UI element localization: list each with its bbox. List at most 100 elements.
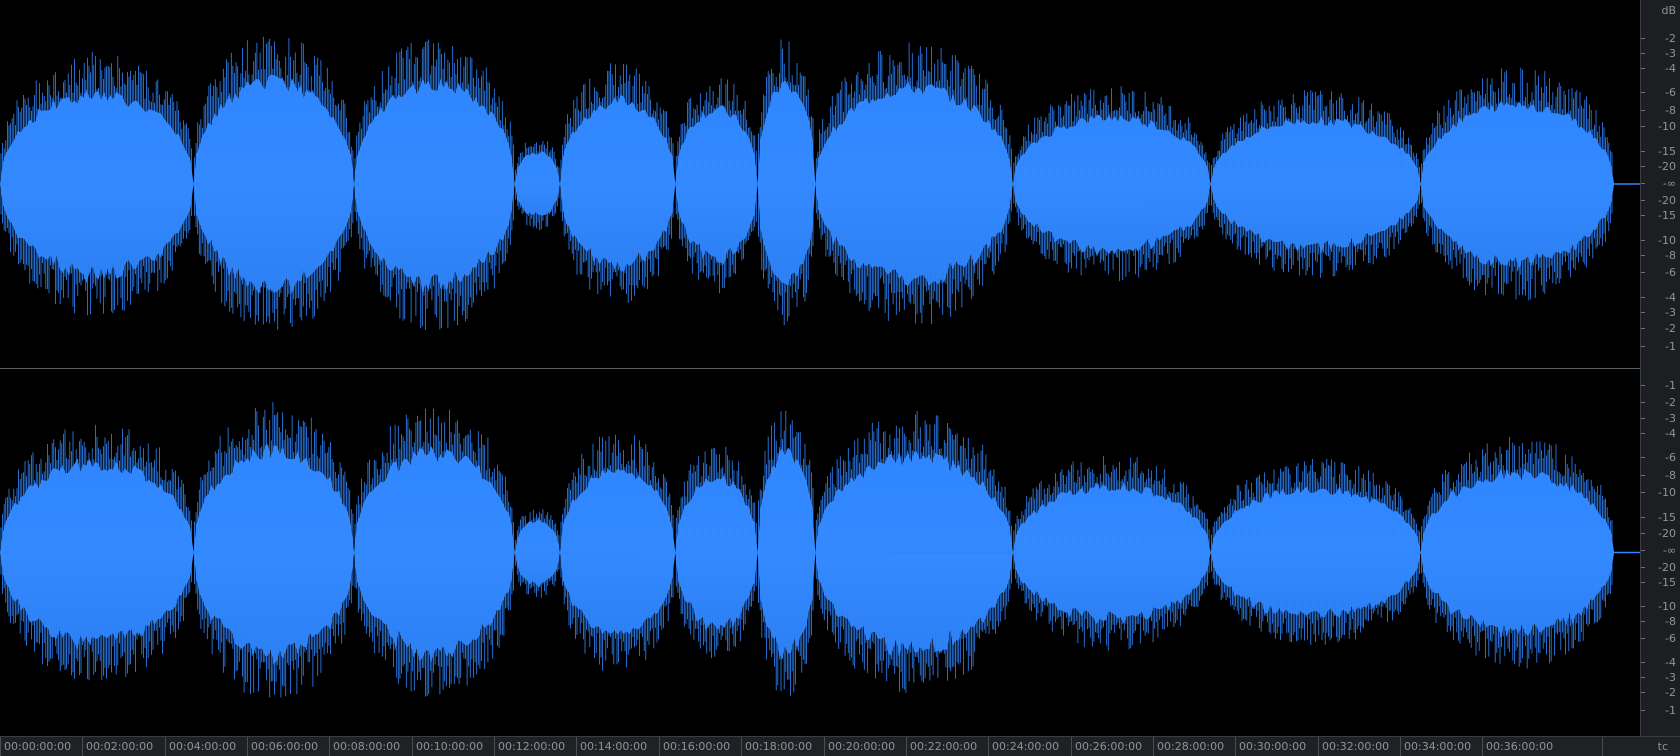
timecode-label: 00:30:00:00: [1239, 740, 1307, 753]
right-channel-db-label: -15: [1658, 511, 1676, 524]
db-tick: [1641, 92, 1645, 93]
db-tick: [1641, 457, 1645, 458]
db-tick: [1641, 297, 1645, 298]
db-tick: [1641, 110, 1645, 111]
waveform-segment: [354, 78, 515, 294]
right-channel-db-label: -8: [1665, 469, 1676, 482]
db-tick: [1641, 710, 1645, 711]
left-channel-db-label: -2: [1665, 322, 1676, 335]
right-channel-db-label: -10: [1658, 600, 1676, 613]
timecode-tick: [1153, 737, 1154, 756]
left-channel-db-label: -6: [1665, 266, 1676, 279]
timecode-label: 00:34:00:00: [1404, 740, 1472, 753]
right-channel-db-label: -4: [1665, 427, 1676, 440]
right-channel-db-label: -20: [1658, 527, 1676, 540]
timecode-label: 00:14:00:00: [580, 740, 648, 753]
db-tick: [1641, 166, 1645, 167]
db-tick: [1641, 606, 1645, 607]
timecode-label: 00:28:00:00: [1157, 740, 1225, 753]
db-unit-label: dB: [1661, 4, 1676, 17]
timecode-tick: [0, 737, 1, 756]
timecode-tick: [659, 737, 660, 756]
timecode-tick: [1235, 737, 1236, 756]
db-tick: [1641, 517, 1645, 518]
timecode-ruler[interactable]: tc 00:00:00:00 00:02:00:00 00:04:00:00 00:0…: [0, 736, 1680, 756]
db-tick: [1641, 215, 1645, 216]
right-channel-db-label: -6: [1665, 451, 1676, 464]
left-channel-db-label: -20: [1658, 194, 1676, 207]
db-tick: [1641, 126, 1645, 127]
right-channel-db-label: -1: [1665, 379, 1676, 392]
db-tick: [1641, 312, 1645, 313]
left-channel-db-label: -3: [1665, 306, 1676, 319]
right-channel-db-label: -6: [1665, 632, 1676, 645]
left-channel-db-label: -8: [1665, 249, 1676, 262]
right-channel-db-label: -15: [1658, 576, 1676, 589]
timecode-tick: [247, 737, 248, 756]
db-tick: [1641, 433, 1645, 434]
db-tick: [1641, 677, 1645, 678]
timecode-tick: [82, 737, 83, 756]
timecode-tick: [741, 737, 742, 756]
right-channel-db-label: -3: [1665, 412, 1676, 425]
db-tick: [1641, 240, 1645, 241]
right-waveform-graphic: [0, 402, 1640, 698]
left-channel-db-label: -3: [1665, 47, 1676, 60]
db-tick: [1641, 492, 1645, 493]
timecode-tick: [329, 737, 330, 756]
left-channel-db-label: -1: [1665, 340, 1676, 353]
timecode-tick: [165, 737, 166, 756]
timecode-tick: [1318, 737, 1319, 756]
timecode-tick: [1071, 737, 1072, 756]
db-tick: [1641, 621, 1645, 622]
left-channel-db-label: -15: [1658, 209, 1676, 222]
left-channel-db-label: -15: [1658, 145, 1676, 158]
right-channel-db-label: -2: [1665, 686, 1676, 699]
left-channel-db-label: -∞: [1662, 177, 1676, 190]
timecode-label: 00:22:00:00: [910, 740, 978, 753]
db-tick: [1641, 200, 1645, 201]
db-tick: [1641, 68, 1645, 69]
db-tick: [1641, 255, 1645, 256]
right-channel-db-label: -1: [1665, 704, 1676, 717]
right-channel-db-label: -∞: [1662, 544, 1676, 557]
right-channel-db-label: -3: [1665, 671, 1676, 684]
timecode-label: 00:08:00:00: [333, 740, 401, 753]
timecode-label: 00:02:00:00: [86, 740, 154, 753]
timecode-label: 00:26:00:00: [1075, 740, 1143, 753]
channel-right-waveform[interactable]: [0, 369, 1640, 736]
db-tick: [1641, 272, 1645, 273]
timecode-label: 00:06:00:00: [251, 740, 319, 753]
left-channel-db-label: -4: [1665, 291, 1676, 304]
channel-left-waveform[interactable]: [0, 0, 1640, 368]
timecode-tick: [906, 737, 907, 756]
db-tick: [1641, 582, 1645, 583]
waveform-segment: [354, 446, 515, 662]
timecode-label: 00:18:00:00: [745, 740, 813, 753]
timecode-label: 00:24:00:00: [992, 740, 1060, 753]
timecode-label: 00:10:00:00: [416, 740, 484, 753]
db-ruler[interactable]: dB -2 -3 -4 -6 -8 -10 -15 -20 -∞ -20 -15 -10 -8 -6 -4 -…: [1640, 0, 1680, 736]
left-channel-db-label: -4: [1665, 62, 1676, 75]
db-tick: [1641, 385, 1645, 386]
db-tick: [1641, 328, 1645, 329]
waveform-peaks: [758, 39, 814, 326]
right-channel-db-label: -8: [1665, 615, 1676, 628]
db-tick: [1641, 418, 1645, 419]
timecode-tick: [576, 737, 577, 756]
right-channel-db-label: -20: [1658, 561, 1676, 574]
left-channel-db-label: -8: [1665, 104, 1676, 117]
timecode-tick: [824, 737, 825, 756]
left-waveform-graphic: [0, 36, 1640, 330]
timecode-tick: [494, 737, 495, 756]
timecode-label: 00:32:00:00: [1322, 740, 1390, 753]
db-tick: [1641, 550, 1645, 551]
timecode-label: 00:12:00:00: [498, 740, 566, 753]
waveform-editor[interactable]: dB -2 -3 -4 -6 -8 -10 -15 -20 -∞ -20 -15 -10 -8 -6 -4 -…: [0, 0, 1680, 756]
timecode-tick: [988, 737, 989, 756]
db-tick: [1641, 638, 1645, 639]
timecode-label: 00:36:00:00: [1486, 740, 1554, 753]
timecode-label: 00:20:00:00: [828, 740, 896, 753]
db-tick: [1641, 346, 1645, 347]
db-tick: [1641, 151, 1645, 152]
